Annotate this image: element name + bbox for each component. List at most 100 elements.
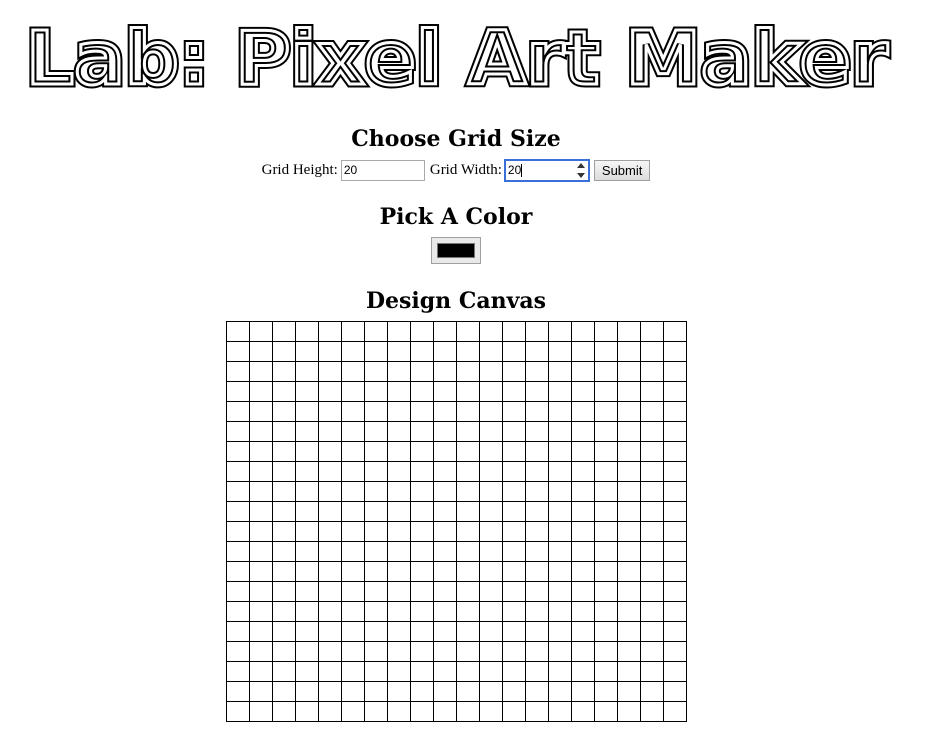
submit-button[interactable]: Submit: [593, 159, 651, 181]
canvas-cell[interactable]: [433, 441, 457, 462]
canvas-cell[interactable]: [226, 421, 250, 442]
canvas-cell[interactable]: [410, 381, 434, 402]
canvas-cell[interactable]: [571, 661, 595, 682]
canvas-cell[interactable]: [571, 381, 595, 402]
canvas-cell[interactable]: [502, 361, 526, 382]
canvas-cell[interactable]: [249, 661, 273, 682]
canvas-cell[interactable]: [433, 681, 457, 702]
canvas-cell[interactable]: [617, 541, 641, 562]
spin-down-arrow-icon[interactable]: [576, 172, 585, 178]
canvas-cell[interactable]: [525, 401, 549, 422]
canvas-cell[interactable]: [295, 481, 319, 502]
canvas-cell[interactable]: [571, 521, 595, 542]
canvas-cell[interactable]: [640, 521, 664, 542]
canvas-cell[interactable]: [502, 421, 526, 442]
canvas-cell[interactable]: [571, 421, 595, 442]
canvas-cell[interactable]: [410, 681, 434, 702]
canvas-cell[interactable]: [433, 361, 457, 382]
canvas-cell[interactable]: [548, 541, 572, 562]
canvas-cell[interactable]: [594, 601, 618, 622]
canvas-cell[interactable]: [387, 701, 411, 722]
canvas-cell[interactable]: [479, 521, 503, 542]
canvas-cell[interactable]: [456, 481, 480, 502]
canvas-cell[interactable]: [663, 381, 687, 402]
canvas-cell[interactable]: [617, 341, 641, 362]
canvas-cell[interactable]: [479, 481, 503, 502]
canvas-cell[interactable]: [249, 521, 273, 542]
canvas-cell[interactable]: [249, 401, 273, 422]
canvas-cell[interactable]: [364, 541, 388, 562]
canvas-cell[interactable]: [272, 661, 296, 682]
canvas-cell[interactable]: [502, 521, 526, 542]
canvas-cell[interactable]: [226, 341, 250, 362]
canvas-cell[interactable]: [548, 361, 572, 382]
canvas-cell[interactable]: [341, 561, 365, 582]
canvas-cell[interactable]: [295, 561, 319, 582]
canvas-cell[interactable]: [525, 441, 549, 462]
canvas-cell[interactable]: [410, 461, 434, 482]
canvas-cell[interactable]: [387, 661, 411, 682]
canvas-cell[interactable]: [548, 701, 572, 722]
canvas-cell[interactable]: [479, 661, 503, 682]
canvas-cell[interactable]: [617, 701, 641, 722]
canvas-cell[interactable]: [226, 581, 250, 602]
canvas-cell[interactable]: [410, 521, 434, 542]
canvas-cell[interactable]: [663, 621, 687, 642]
color-picker[interactable]: [431, 237, 481, 264]
canvas-cell[interactable]: [479, 401, 503, 422]
canvas-cell[interactable]: [456, 341, 480, 362]
canvas-cell[interactable]: [663, 641, 687, 662]
canvas-cell[interactable]: [479, 381, 503, 402]
canvas-cell[interactable]: [318, 341, 342, 362]
canvas-cell[interactable]: [594, 541, 618, 562]
canvas-cell[interactable]: [318, 401, 342, 422]
canvas-cell[interactable]: [571, 341, 595, 362]
canvas-cell[interactable]: [663, 581, 687, 602]
canvas-cell[interactable]: [594, 481, 618, 502]
canvas-cell[interactable]: [502, 341, 526, 362]
canvas-cell[interactable]: [249, 321, 273, 342]
canvas-cell[interactable]: [433, 561, 457, 582]
canvas-cell[interactable]: [341, 461, 365, 482]
canvas-cell[interactable]: [502, 381, 526, 402]
canvas-cell[interactable]: [594, 321, 618, 342]
canvas-cell[interactable]: [571, 361, 595, 382]
canvas-cell[interactable]: [341, 521, 365, 542]
canvas-cell[interactable]: [502, 481, 526, 502]
canvas-cell[interactable]: [456, 521, 480, 542]
canvas-cell[interactable]: [364, 361, 388, 382]
canvas-cell[interactable]: [548, 461, 572, 482]
canvas-cell[interactable]: [456, 561, 480, 582]
canvas-cell[interactable]: [272, 381, 296, 402]
canvas-cell[interactable]: [525, 681, 549, 702]
canvas-cell[interactable]: [410, 561, 434, 582]
canvas-cell[interactable]: [364, 381, 388, 402]
canvas-cell[interactable]: [525, 421, 549, 442]
canvas-cell[interactable]: [364, 581, 388, 602]
canvas-cell[interactable]: [456, 401, 480, 422]
canvas-cell[interactable]: [456, 361, 480, 382]
canvas-cell[interactable]: [433, 581, 457, 602]
canvas-cell[interactable]: [272, 521, 296, 542]
canvas-cell[interactable]: [456, 461, 480, 482]
canvas-cell[interactable]: [226, 681, 250, 702]
canvas-cell[interactable]: [249, 441, 273, 462]
canvas-cell[interactable]: [341, 361, 365, 382]
canvas-cell[interactable]: [502, 681, 526, 702]
canvas-cell[interactable]: [433, 521, 457, 542]
canvas-cell[interactable]: [502, 461, 526, 482]
canvas-cell[interactable]: [341, 441, 365, 462]
canvas-cell[interactable]: [548, 581, 572, 602]
canvas-cell[interactable]: [318, 681, 342, 702]
canvas-cell[interactable]: [410, 321, 434, 342]
canvas-cell[interactable]: [663, 681, 687, 702]
canvas-cell[interactable]: [226, 321, 250, 342]
canvas-cell[interactable]: [571, 561, 595, 582]
canvas-cell[interactable]: [341, 341, 365, 362]
canvas-cell[interactable]: [341, 581, 365, 602]
canvas-cell[interactable]: [548, 421, 572, 442]
canvas-cell[interactable]: [525, 481, 549, 502]
canvas-cell[interactable]: [663, 341, 687, 362]
canvas-cell[interactable]: [571, 541, 595, 562]
canvas-cell[interactable]: [479, 421, 503, 442]
